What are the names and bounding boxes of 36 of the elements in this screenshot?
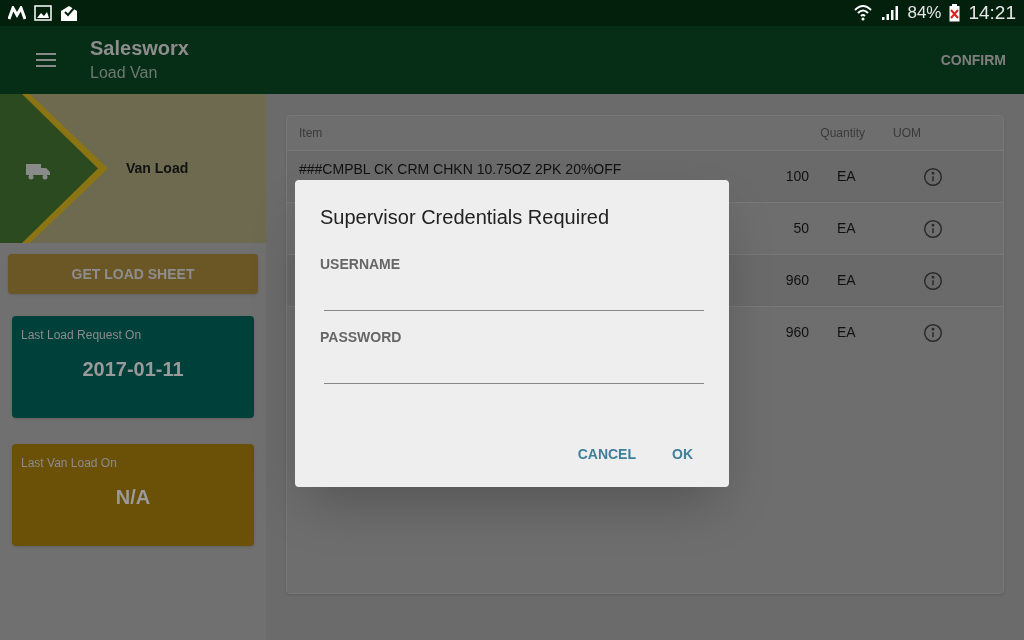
- info-icon[interactable]: [923, 270, 943, 291]
- uom-cell-text: EA: [837, 219, 857, 238]
- dialog-title: Supervisor Credentials Required: [320, 205, 611, 230]
- clock: 14:21: [968, 0, 1016, 25]
- card-label: Last Load Request On: [21, 327, 143, 344]
- dialog-button[interactable]: CANCEL: [577, 444, 636, 465]
- card-value: 2017-01-11: [81, 357, 185, 382]
- confirm-button[interactable]: CONFIRM: [940, 49, 1006, 71]
- quantity-cell-text: 100: [784, 167, 809, 186]
- image-icon: [34, 5, 52, 21]
- card-label: Last Van Load On: [21, 455, 118, 472]
- mail-check-icon: [60, 4, 78, 22]
- item-name: ###CMPBL CK CRM CHKN 10.75OZ 2PK 20%OFF: [299, 161, 622, 177]
- app-title: Salesworx: [90, 36, 189, 61]
- m-logo-icon: [8, 6, 26, 20]
- card-value: N/A: [114, 485, 152, 510]
- info-icon[interactable]: [923, 322, 943, 343]
- uom-cell-text: EA: [837, 167, 857, 186]
- quantity-cell-text: 960: [784, 323, 809, 342]
- signal-icon: [881, 5, 900, 21]
- dialog-button[interactable]: OK: [672, 444, 693, 465]
- wifi-icon: [853, 4, 874, 22]
- screen-subtitle: Load Van: [90, 63, 159, 83]
- battery-icon: [949, 4, 961, 22]
- info-icon[interactable]: [923, 218, 943, 239]
- get-load-sheet-button[interactable]: GET LOAD SHEET: [8, 254, 258, 294]
- banner-label: Van Load: [126, 159, 189, 178]
- info-icon[interactable]: [923, 166, 943, 187]
- uom-cell-text: EA: [837, 323, 857, 342]
- quantity-cell-text: 960: [784, 271, 809, 290]
- truck-icon: [26, 162, 50, 180]
- field-label: USERNAME: [320, 255, 402, 274]
- field-label: PASSWORD: [320, 328, 403, 347]
- quantity-cell-text: 50: [792, 219, 809, 238]
- uom-cell-text: EA: [837, 271, 857, 290]
- battery-percent: 84%: [907, 2, 942, 25]
